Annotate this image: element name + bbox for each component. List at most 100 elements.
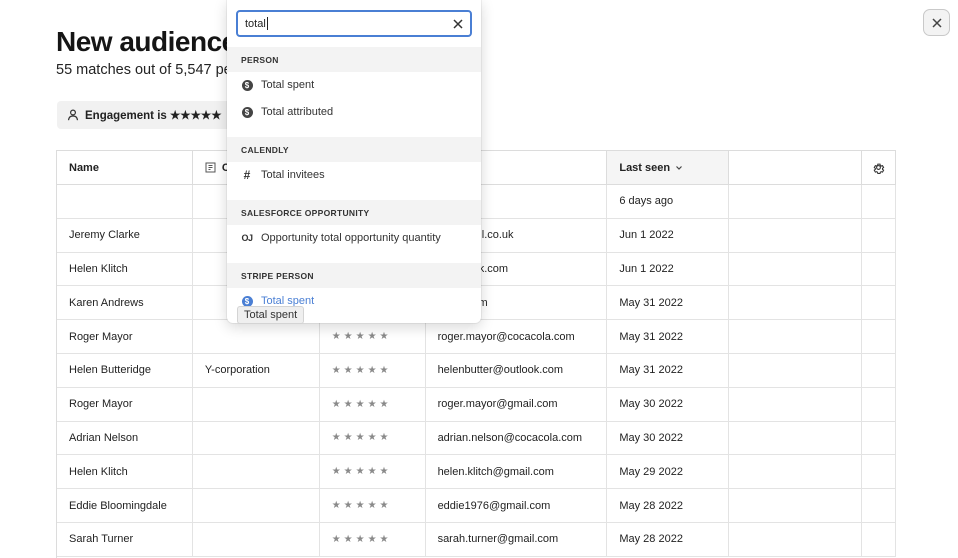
cell-email: eddie1976@gmail.com [426, 489, 608, 522]
cell-last-seen: Jun 1 2022 [607, 252, 730, 286]
cell-empty [862, 218, 896, 252]
table-row[interactable]: Helen Butteridge Y-corporation ★★★★★ helenb… [57, 353, 896, 388]
cell-empty [729, 320, 863, 353]
cell-name: Karen Andrews [57, 286, 193, 320]
cell-empty [729, 455, 863, 489]
option-label: Total invitees [261, 169, 325, 181]
cell-last-seen: May 30 2022 [607, 387, 730, 421]
cell-empty [862, 252, 896, 286]
cell-engagement: ★★★★★ [320, 489, 426, 522]
option-calendly-total-invitees[interactable]: # Total invitees [227, 162, 481, 188]
field-search-input[interactable]: total [236, 10, 472, 37]
cell-empty [862, 286, 896, 320]
cell-empty [862, 522, 896, 556]
text-caret [266, 17, 268, 30]
person-icon [67, 109, 79, 121]
chevron-down-icon [676, 165, 683, 170]
cell-empty [862, 353, 896, 387]
cell-company [193, 421, 320, 455]
cell-email: helen.klitch@gmail.com [426, 455, 608, 489]
cell-name [57, 185, 193, 218]
search-input-value: total [245, 17, 266, 30]
cell-engagement: ★★★★★ [320, 387, 426, 421]
cell-empty [729, 387, 863, 421]
cell-name: Roger Mayor [57, 387, 193, 421]
cell-empty [729, 353, 863, 387]
section-header-salesforce-opportunity: SALESFORCE OPPORTUNITY [227, 200, 481, 225]
match-count: 55 matches out of 5,547 pe [56, 62, 232, 78]
option-person-total-spent[interactable]: $ Total spent [227, 72, 481, 98]
dollar-icon: $ [241, 106, 253, 118]
cell-name: Eddie Bloomingdale [57, 489, 193, 522]
cell-company [193, 455, 320, 489]
column-header-last-seen[interactable]: Last seen [607, 151, 730, 184]
engagement-filter-chip[interactable]: Engagement is ★★★★★ [57, 101, 237, 129]
column-header-last-seen-label: Last seen [619, 161, 671, 174]
cell-empty [729, 218, 863, 252]
section-header-calendly: CALENDLY [227, 137, 481, 162]
table-row[interactable]: Roger Mayor ★★★★★ roger.mayor@gmail.com May… [57, 387, 896, 422]
cell-empty [729, 286, 863, 320]
gear-icon [873, 163, 885, 174]
cell-empty [729, 522, 863, 556]
option-salesforce-total-quantity[interactable]: OJ Opportunity total opportunity quantit… [227, 225, 481, 251]
cell-last-seen: May 28 2022 [607, 522, 730, 556]
section-header-person: PERSON [227, 47, 481, 72]
cell-email: adrian.nelson@cocacola.com [426, 421, 608, 455]
column-header-empty [729, 151, 863, 184]
cell-empty [862, 320, 896, 353]
cell-empty [729, 252, 863, 286]
cell-empty [729, 185, 863, 218]
cell-name: Helen Klitch [57, 252, 193, 286]
field-search-dropdown: total PERSON $ Total spent $ Total attri… [227, 0, 481, 323]
cell-last-seen: May 28 2022 [607, 489, 730, 522]
cell-name: Helen Klitch [57, 455, 193, 489]
close-button[interactable] [923, 9, 950, 36]
column-header-name[interactable]: Name [57, 151, 193, 184]
cell-last-seen: 6 days ago [607, 185, 730, 218]
cell-empty [862, 455, 896, 489]
table-row[interactable]: Roger Mayor ★★★★★ roger.mayor@cocacola.com… [57, 320, 896, 354]
option-person-total-attributed[interactable]: $ Total attributed [227, 99, 481, 125]
cell-last-seen: May 31 2022 [607, 286, 730, 320]
cell-empty [729, 489, 863, 522]
cell-email: roger.mayor@gmail.com [426, 387, 608, 421]
cell-last-seen: May 31 2022 [607, 320, 730, 353]
cell-last-seen: May 30 2022 [607, 421, 730, 455]
cell-empty [862, 489, 896, 522]
filter-chip-label: Engagement is ★★★★★ [85, 110, 222, 122]
cell-engagement: ★★★★★ [320, 320, 426, 353]
table-settings-button[interactable] [862, 151, 896, 184]
cell-company: Y-corporation [193, 353, 320, 387]
option-label: Opportunity total opportunity quantity [261, 232, 441, 244]
cell-company [193, 320, 320, 353]
cell-company [193, 489, 320, 522]
clear-search-icon[interactable] [451, 17, 465, 31]
cell-last-seen: May 29 2022 [607, 455, 730, 489]
oj-icon: OJ [241, 233, 253, 243]
company-icon [205, 162, 216, 173]
cell-company [193, 522, 320, 556]
cell-email: roger.mayor@cocacola.com [426, 320, 608, 353]
cell-name: Sarah Turner [57, 522, 193, 556]
table-row[interactable]: Adrian Nelson ★★★★★ adrian.nelson@cocacola… [57, 421, 896, 456]
cell-name: Helen Butteridge [57, 353, 193, 387]
section-header-stripe-person: STRIPE PERSON [227, 263, 481, 288]
cell-name: Jeremy Clarke [57, 218, 193, 252]
table-row[interactable]: Helen Klitch ★★★★★ helen.klitch@gmail.com M… [57, 455, 896, 490]
option-label: Total attributed [261, 106, 334, 118]
dollar-icon: $ [241, 79, 253, 91]
table-row[interactable]: Eddie Bloomingdale ★★★★★ eddie1976@gmail.c… [57, 489, 896, 523]
cell-email: sarah.turner@gmail.com [426, 522, 608, 556]
table-row[interactable]: Sarah Turner ★★★★★ sarah.turner@gmail.com M… [57, 522, 896, 557]
cell-last-seen: May 31 2022 [607, 353, 730, 387]
option-label: Total spent [261, 79, 315, 91]
cell-name: Adrian Nelson [57, 421, 193, 455]
cell-email: helenbutter@outlook.com [426, 353, 608, 387]
hash-icon: # [243, 168, 251, 182]
cell-empty [862, 387, 896, 421]
cell-last-seen: Jun 1 2022 [607, 218, 730, 252]
page-title: New audience [56, 26, 237, 57]
cell-empty [729, 421, 863, 455]
cell-engagement: ★★★★★ [320, 353, 426, 387]
